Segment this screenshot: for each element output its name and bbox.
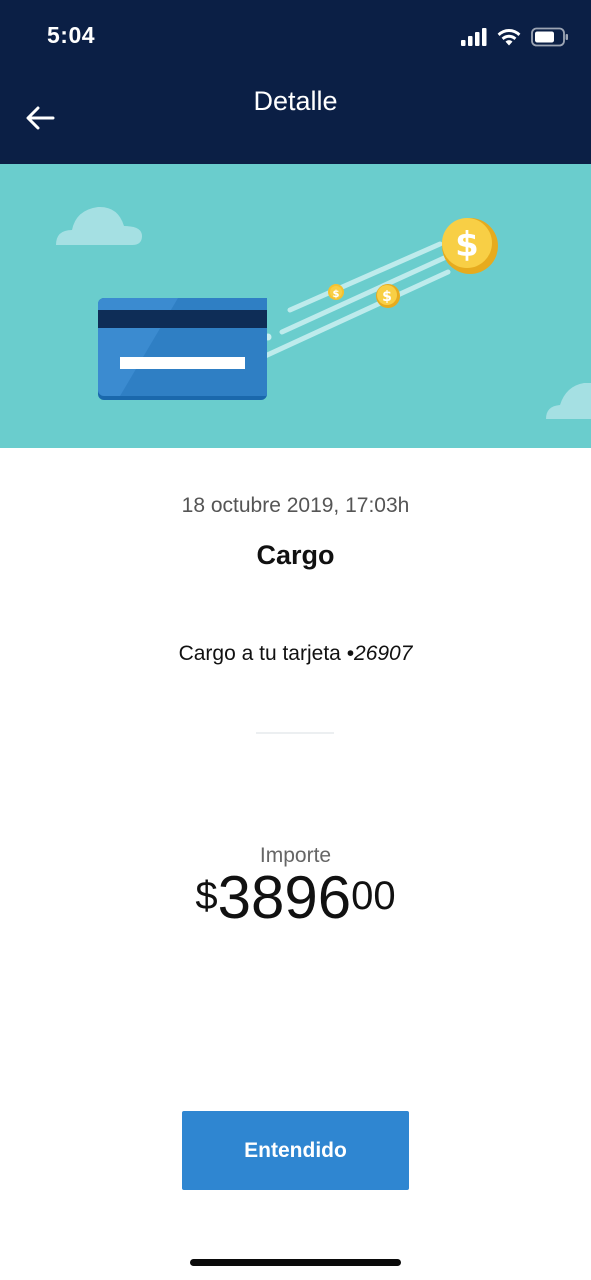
status-icons: [461, 24, 569, 50]
card-payment-illustration: $ $ $: [56, 206, 591, 419]
wifi-icon: [497, 29, 521, 46]
confirm-button[interactable]: Entendido: [182, 1111, 409, 1190]
transaction-date: 18 octubre 2019, 17:03h: [181, 494, 410, 517]
svg-text:$: $: [333, 289, 340, 300]
amount-integer: 3896: [217, 864, 352, 931]
svg-text:$: $: [382, 289, 392, 305]
home-indicator: [190, 1259, 401, 1266]
coin-icon: $: [376, 284, 400, 308]
cloud-icon: [546, 383, 591, 419]
cloud-icon: [56, 206, 142, 245]
transaction-type: Cargo: [256, 540, 335, 570]
status-time: 5:04: [47, 22, 96, 48]
card-number: •26907: [346, 642, 413, 665]
amount-value: $389600: [0, 868, 591, 928]
battery-icon: [531, 27, 568, 47]
description-text: Cargo a tu tarjeta: [178, 642, 347, 665]
credit-card-icon: [98, 298, 267, 400]
coin-icon: $: [328, 284, 344, 300]
amount-decimal: 00: [351, 874, 396, 918]
transaction-description: Cargo a tu tarjeta •26907: [0, 642, 591, 666]
divider: [256, 732, 334, 734]
svg-text:$: $: [455, 225, 479, 265]
header-bar: 5:04 Detalle: [0, 0, 591, 164]
banner-illustration: $ $ $: [0, 164, 591, 448]
cellular-signal-icon: [461, 28, 487, 46]
page-title: Detalle: [253, 86, 338, 116]
currency-symbol: $: [195, 874, 218, 918]
coin-icon: $: [442, 218, 498, 274]
